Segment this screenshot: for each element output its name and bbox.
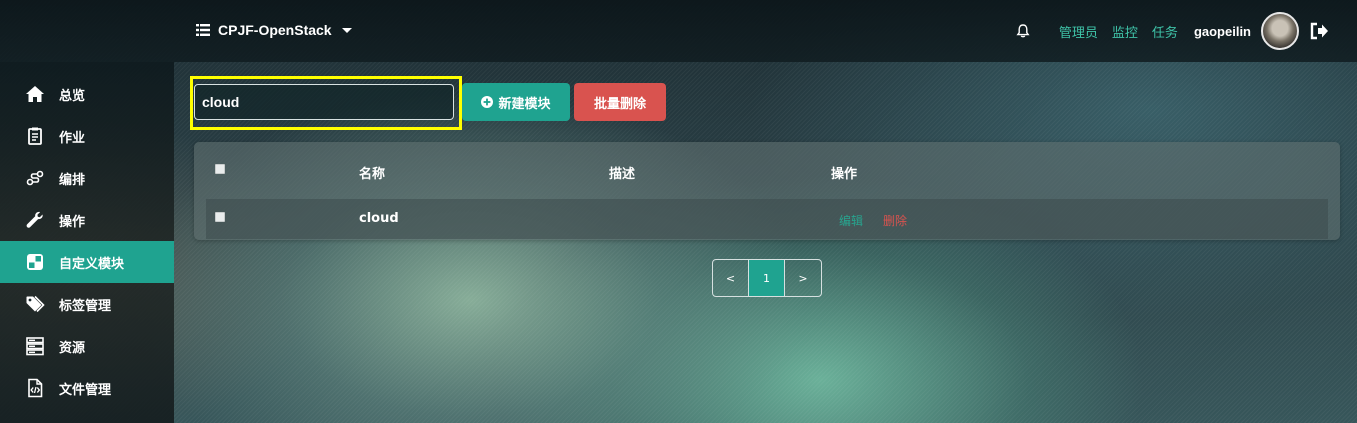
project-name: CPJF-OpenStack (218, 22, 332, 38)
sidebar-item-label: 资源 (59, 340, 86, 356)
puzzle-icon (27, 254, 43, 270)
sidebar-item-label: 文件管理 (59, 382, 112, 398)
bulk-delete-button[interactable]: 批量删除 (574, 83, 666, 121)
admin-link[interactable]: 管理员 (1059, 22, 1098, 41)
delete-link[interactable]: 删除 (883, 212, 907, 229)
edit-link[interactable]: 编辑 (839, 212, 863, 229)
plus-circle-icon (481, 96, 494, 108)
row-checkbox[interactable] (215, 212, 225, 222)
sidebar-item-operations[interactable]: 操作 (0, 199, 174, 241)
logout-icon[interactable] (1309, 21, 1329, 41)
wrench-icon (26, 211, 43, 228)
modules-table: 名称 描述 操作 cloud 编辑 删除 (194, 142, 1340, 240)
clipboard-icon (28, 127, 42, 145)
list-icon (196, 24, 210, 36)
file-code-icon (28, 378, 43, 398)
sidebar-item-overview[interactable]: 总览 (0, 73, 174, 115)
search-input[interactable] (194, 84, 454, 120)
next-page-button[interactable]: > (785, 260, 821, 296)
new-module-button[interactable]: 新建模块 (462, 83, 570, 121)
bell-icon[interactable] (1015, 23, 1031, 39)
project-selector[interactable]: CPJF-OpenStack (196, 20, 352, 40)
sidebar-item-label: 标签管理 (59, 298, 112, 314)
select-all-checkbox[interactable] (215, 164, 225, 174)
sidebar-item-custom-modules[interactable]: 自定义模块 (0, 241, 174, 283)
top-right-nav: 管理员 监控 任务 gaopeilin (1015, 11, 1329, 51)
tasks-link[interactable]: 任务 (1152, 22, 1178, 41)
top-navbar: CPJF-OpenStack 管理员 监控 任务 gaopeilin (0, 0, 1357, 62)
caret-down-icon (341, 27, 352, 33)
sidebar-item-file-management[interactable]: 文件管理 (0, 367, 174, 409)
page-1-button[interactable]: 1 (749, 260, 786, 296)
sidebar-item-label: 编排 (59, 172, 86, 188)
sidebar-item-orchestration[interactable]: 编排 (0, 157, 174, 199)
bulk-delete-label: 批量删除 (593, 96, 646, 112)
prev-page-button[interactable]: < (713, 260, 750, 296)
monitor-link[interactable]: 监控 (1112, 22, 1138, 41)
tags-icon (26, 295, 45, 313)
row-name: cloud (359, 211, 399, 226)
sidebar-item-label: 自定义模块 (59, 256, 125, 272)
username[interactable]: gaopeilin (1194, 24, 1251, 39)
home-icon (26, 86, 44, 102)
sidebar-item-resources[interactable]: 资源 (0, 325, 174, 367)
new-module-label: 新建模块 (498, 96, 551, 112)
sidebar-item-label: 操作 (59, 214, 86, 230)
link-icon (26, 170, 44, 186)
pagination: < 1 > (712, 259, 822, 297)
sidebar-item-label: 总览 (59, 88, 86, 104)
sidebar-item-label: 作业 (59, 130, 86, 146)
avatar[interactable] (1261, 12, 1299, 50)
server-icon (26, 337, 44, 356)
sidebar-item-tag-management[interactable]: 标签管理 (0, 283, 174, 325)
column-header-description: 描述 (609, 167, 636, 182)
sidebar-item-jobs[interactable]: 作业 (0, 115, 174, 157)
column-header-actions: 操作 (831, 167, 858, 182)
column-header-name: 名称 (359, 167, 386, 182)
sidebar: 总览 作业 编排 操作 自定义模块 标签管理 资源 文件管理 (0, 62, 174, 423)
